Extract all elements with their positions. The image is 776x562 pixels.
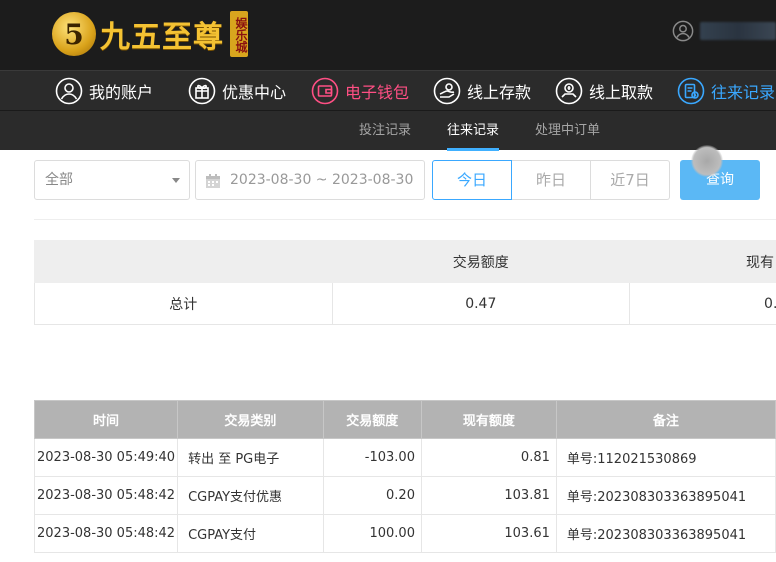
page: 5 九五至尊 娱乐城 我的账户 优惠中心 电子钱包 线上存款 线上取款 往来记录… [0,0,776,562]
records-header-row: 时间 交易类别 交易额度 现有额度 备注 [33,400,776,439]
gift-icon [188,77,216,105]
sub-nav: 投注记录 往来记录 处理中订单 [0,110,776,151]
summary-header-amount: 交易额度 [331,240,631,283]
user-icon [55,77,83,105]
summary-header-row: 交易额度 现有 [34,240,776,283]
nav-item-records[interactable]: 往来记录 [677,71,775,111]
deposit-icon [433,77,461,105]
wallet-icon [311,77,339,105]
site-logo[interactable]: 5 九五至尊 娱乐城 [52,6,248,62]
cell-balance: 0.81 [420,438,557,477]
username-blurred [700,22,776,40]
table-row[interactable]: 2023-08-30 05:49:40 转出 至 PG电子 -103.00 0.… [33,438,776,477]
type-select[interactable]: 全部 [34,160,190,200]
chevron-down-icon [172,178,180,183]
summary-header-balance: 现有 [629,240,776,283]
tab-pending-orders[interactable]: 处理中订单 [535,111,600,151]
nav-item-account[interactable]: 我的账户 [55,71,153,111]
cell-balance: 103.81 [420,476,557,515]
cell-note: 单号:112021530869 [555,438,776,477]
col-type[interactable]: 交易类别 [177,400,324,439]
cell-time: 2023-08-30 05:48:42 [33,476,179,515]
cell-type: 转出 至 PG电子 [177,438,324,477]
cell-amount: 100.00 [322,514,422,553]
nav-label: 线上取款 [589,83,654,102]
main-nav: 我的账户 优惠中心 电子钱包 线上存款 线上取款 往来记录 [0,70,776,110]
logo-tag: 娱乐城 [230,11,248,57]
nav-item-wallet[interactable]: 电子钱包 [311,71,409,111]
cell-type: CGPAY支付 [177,514,324,553]
summary-table: 交易额度 现有 总计 0.47 0. [34,240,776,325]
date-range-input[interactable]: 2023-08-30 ~ 2023-08-30 [195,160,425,200]
cell-type: CGPAY支付优惠 [177,476,324,515]
logo-text: 九五至尊 [100,20,224,55]
nav-label: 电子钱包 [345,83,410,102]
col-time[interactable]: 时间 [33,400,179,439]
divider [34,219,776,220]
nav-label: 线上存款 [467,83,532,102]
date-range-value: 2023-08-30 ~ 2023-08-30 [230,172,414,188]
cell-amount: 0.20 [322,476,422,515]
calendar-icon [206,174,220,188]
nav-label: 我的账户 [89,83,154,102]
cell-note: 单号:202308303363895041 [555,476,776,515]
cell-note: 单号:202308303363895041 [555,514,776,553]
loading-spinner [691,145,723,177]
withdraw-icon [555,77,583,105]
tab-bet-records[interactable]: 投注记录 [359,111,411,151]
cell-balance: 103.61 [420,514,557,553]
table-row[interactable]: 2023-08-30 05:48:42 CGPAY支付 100.00 103.6… [33,514,776,553]
range-yesterday-button[interactable]: 昨日 [512,160,591,200]
tab-transactions[interactable]: 往来记录 [447,111,500,151]
summary-total-balance: 0. [629,282,776,325]
site-header: 5 九五至尊 娱乐城 [0,0,776,70]
user-avatar-icon [672,20,694,42]
col-note[interactable]: 备注 [555,400,776,439]
range-today-button[interactable]: 今日 [432,160,512,200]
summary-header-blank [34,240,333,283]
nav-label: 往来记录 [711,83,776,102]
nav-label: 优惠中心 [222,83,287,102]
logo-badge: 5 [52,12,96,56]
nav-item-withdraw[interactable]: 线上取款 [555,71,653,111]
range-7days-button[interactable]: 近7日 [591,160,670,200]
summary-row: 总计 0.47 0. [34,282,776,325]
user-area[interactable] [672,20,776,42]
col-balance[interactable]: 现有额度 [420,400,557,439]
summary-total-label: 总计 [34,282,333,325]
records-table: 时间 交易类别 交易额度 现有额度 备注 2023-08-30 05:49:40… [33,400,776,553]
nav-item-deposit[interactable]: 线上存款 [433,71,531,111]
col-amount[interactable]: 交易额度 [322,400,422,439]
table-row[interactable]: 2023-08-30 05:48:42 CGPAY支付优惠 0.20 103.8… [33,476,776,515]
type-select-value: 全部 [45,172,73,188]
cell-amount: -103.00 [322,438,422,477]
cell-time: 2023-08-30 05:48:42 [33,514,179,553]
quick-range-group: 今日 昨日 近7日 [432,160,670,200]
records-icon [677,77,705,105]
nav-item-promotions[interactable]: 优惠中心 [188,71,286,111]
summary-total-amount: 0.47 [331,282,631,325]
cell-time: 2023-08-30 05:49:40 [33,438,179,477]
